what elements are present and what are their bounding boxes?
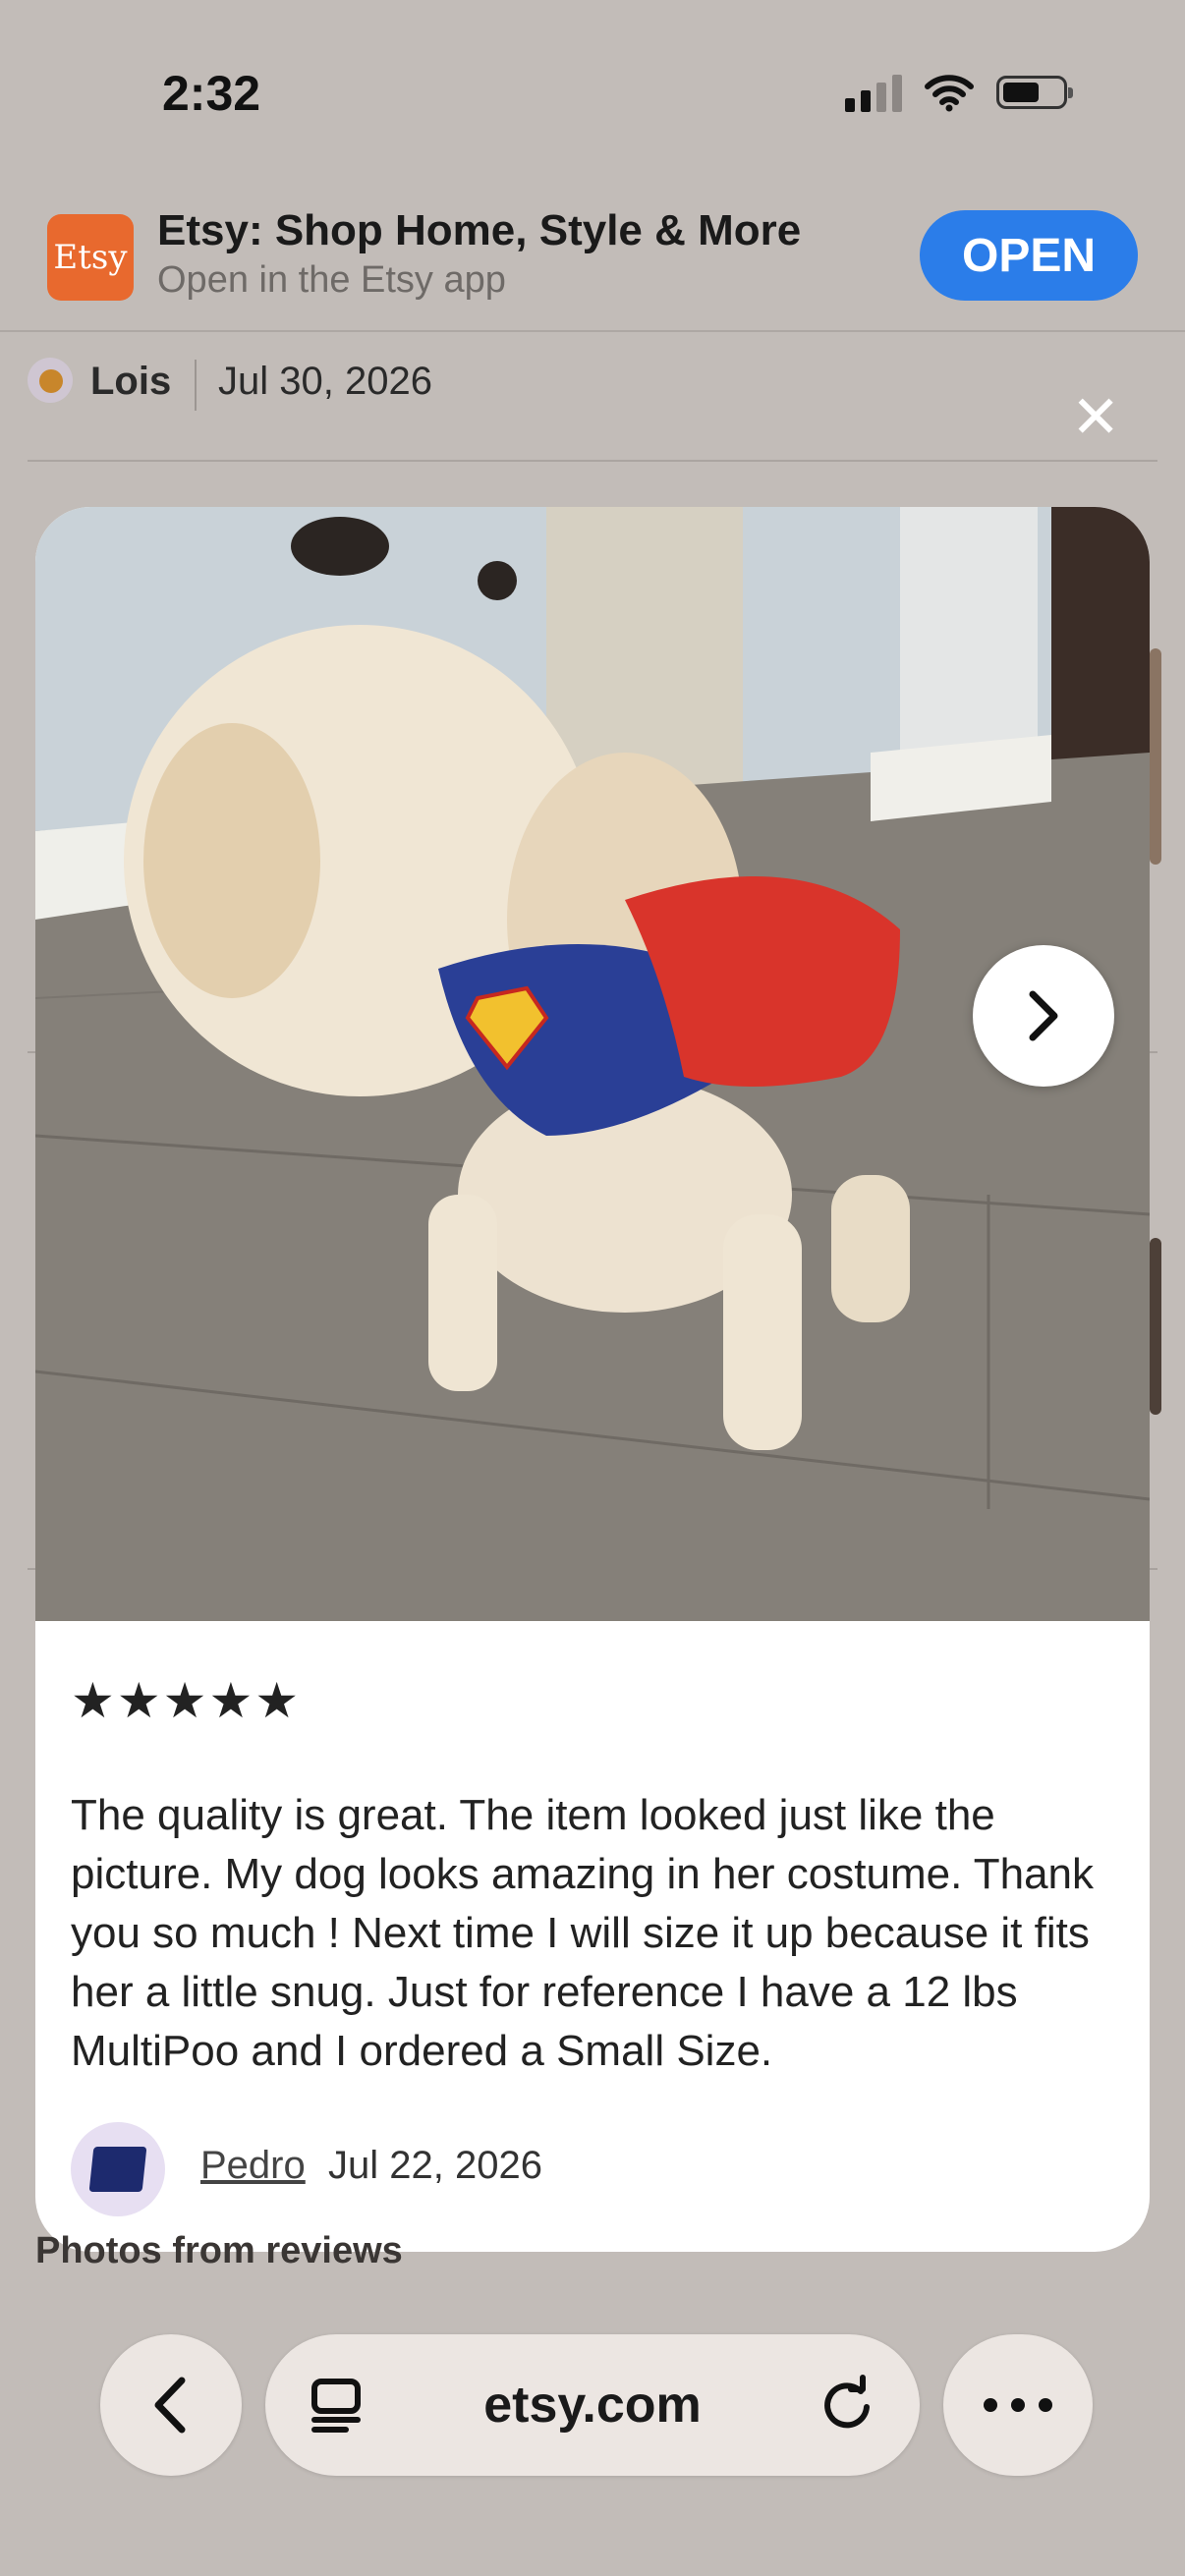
tab-overview-icon — [311, 2379, 361, 2433]
star-rating: ★★★★★ — [71, 1673, 302, 1728]
url-text: etsy.com — [483, 2377, 702, 2434]
close-icon[interactable]: ✕ — [1071, 388, 1120, 447]
app-banner: Etsy Etsy: Shop Home, Style & More Open … — [0, 196, 1185, 332]
app-banner-subtitle: Open in the Etsy app — [157, 259, 506, 301]
underlying-thumbnail — [1150, 1238, 1161, 1415]
battery-icon — [996, 76, 1073, 109]
next-photo-button[interactable] — [973, 945, 1114, 1087]
underlying-thumbnail — [1150, 648, 1161, 865]
chevron-right-icon — [1029, 990, 1058, 1041]
browser-back-button[interactable] — [100, 2334, 242, 2476]
wifi-icon — [925, 75, 974, 112]
open-app-button[interactable]: OPEN — [920, 210, 1138, 301]
more-options-button[interactable] — [943, 2334, 1093, 2476]
divider — [28, 460, 1157, 462]
ellipsis-icon — [984, 2398, 1052, 2412]
reviewer-avatar — [71, 2122, 165, 2216]
review-text: The quality is great. The item looked ju… — [71, 1791, 1095, 2075]
review-photo-modal: ★★★★★ The quality is great. The item loo… — [35, 507, 1150, 2252]
photos-from-reviews-heading: Photos from reviews — [35, 2230, 403, 2271]
background-review-date: Jul 30, 2026 — [218, 360, 432, 403]
chevron-left-icon — [154, 2377, 186, 2434]
status-icons — [845, 73, 1073, 112]
app-banner-title: Etsy: Shop Home, Style & More — [157, 206, 802, 254]
review-date: Jul 22, 2026 — [328, 2144, 542, 2187]
reload-icon[interactable] — [816, 2374, 878, 2436]
review-photo — [35, 507, 1150, 1621]
background-reviewer-avatar — [28, 358, 73, 403]
etsy-app-logo: Etsy — [47, 214, 134, 301]
status-time: 2:32 — [162, 66, 261, 121]
reviewer-name-link[interactable]: Pedro — [200, 2144, 306, 2188]
background-reviewer-name: Lois — [90, 360, 172, 403]
address-bar[interactable]: etsy.com — [265, 2334, 920, 2476]
divider — [195, 360, 197, 411]
cellular-signal-icon — [845, 73, 902, 112]
